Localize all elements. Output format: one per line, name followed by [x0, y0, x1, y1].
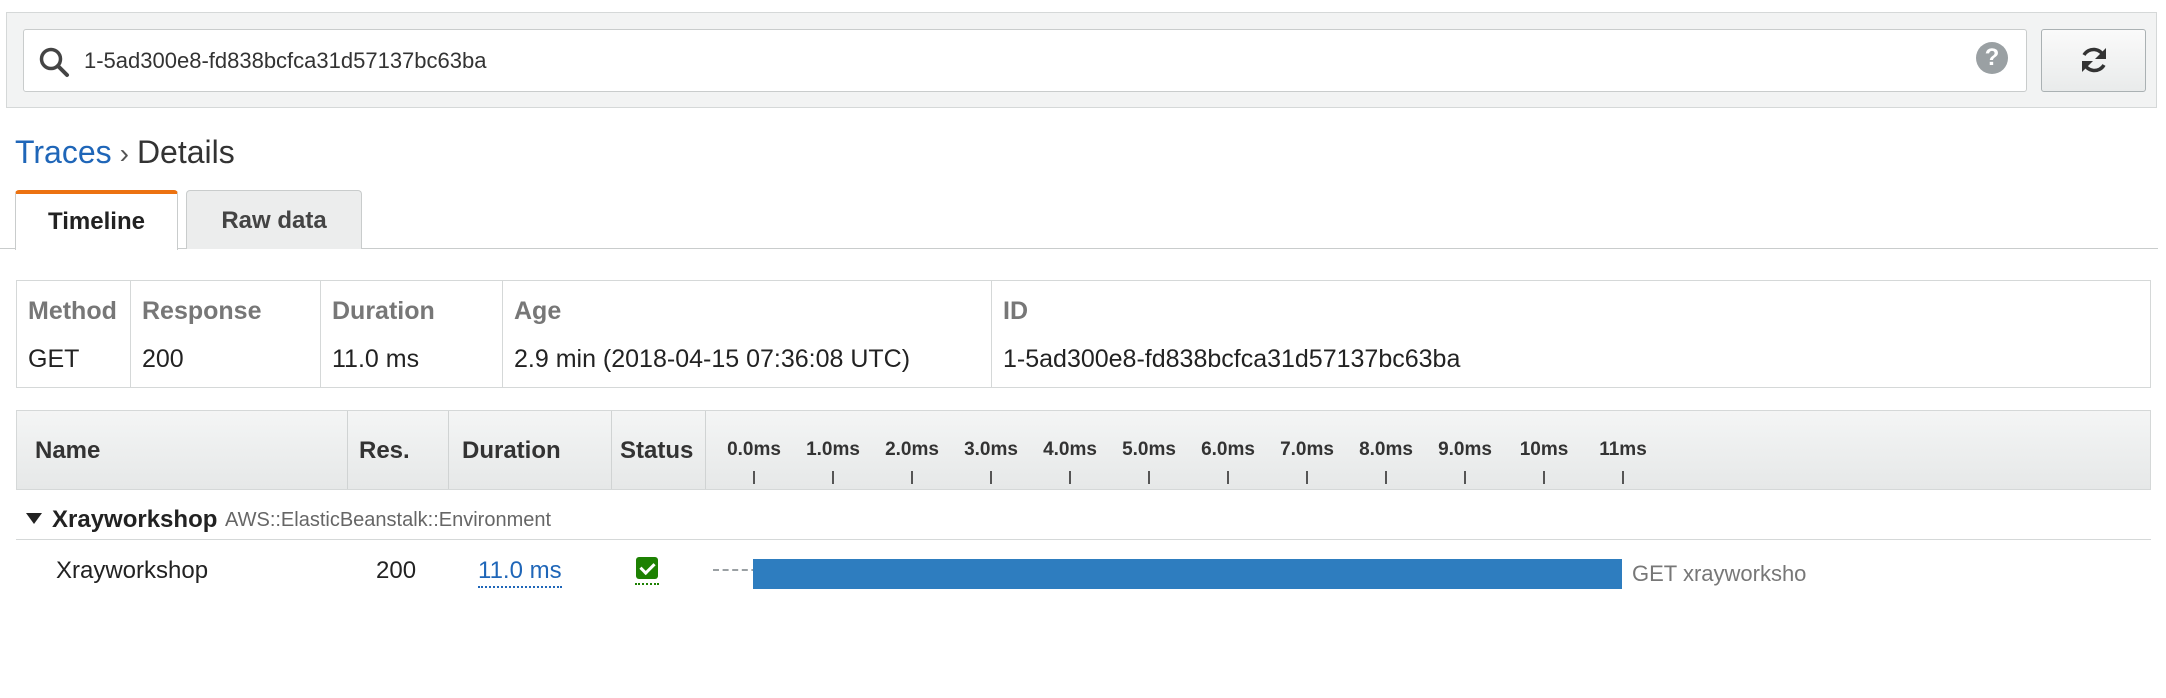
summary-id: ID 1-5ad300e8-fd838bcfca31d57137bc63ba	[992, 281, 2150, 387]
timeline-tick-mark	[1148, 471, 1150, 484]
group-row[interactable]: Xrayworkshop AWS::ElasticBeanstalk::Envi…	[16, 500, 2151, 540]
column-res[interactable]: Res.	[348, 411, 449, 489]
search-box[interactable]: ?	[23, 29, 2027, 92]
timeline-tick-label: 2.0ms	[885, 439, 939, 460]
column-header-label: Res.	[359, 437, 410, 464]
timeline-tick-label: 0.0ms	[727, 439, 781, 460]
timeline-tick-mark	[753, 471, 755, 484]
timeline-tick-mark	[1306, 471, 1308, 484]
tab-timeline[interactable]: Timeline	[15, 190, 178, 250]
column-name[interactable]: Name	[17, 411, 348, 489]
timeline-tick-label: 7.0ms	[1280, 439, 1334, 460]
timeline-tick-mark	[832, 471, 834, 484]
search-icon	[39, 47, 69, 77]
status-underline	[635, 583, 659, 585]
breadcrumb-traces-link[interactable]: Traces	[15, 134, 112, 170]
timeline-tick-mark	[1227, 471, 1229, 484]
summary-value: GET	[28, 345, 80, 373]
breadcrumb-separator: ›	[119, 138, 129, 169]
timeline-header: Name Res. Duration Status 0.0ms 1.0ms 2.0m…	[16, 410, 2151, 490]
search-input[interactable]	[84, 30, 1964, 91]
breadcrumb-current: Details	[136, 134, 235, 170]
timeline-tick-label: 4.0ms	[1043, 439, 1097, 460]
search-bar: ?	[6, 12, 2157, 108]
summary-value: 11.0 ms	[332, 345, 420, 373]
column-status[interactable]: Status	[612, 411, 706, 489]
summary-header: Duration	[332, 297, 435, 325]
summary-method: Method GET	[17, 281, 131, 387]
timeline-tick-mark	[1464, 471, 1466, 484]
caret-down-icon[interactable]	[26, 513, 42, 524]
summary-header: Method	[28, 297, 117, 325]
help-icon[interactable]: ?	[1976, 42, 2008, 74]
tab-raw-data[interactable]: Raw data	[186, 190, 362, 249]
timeline-tick-label: 11ms	[1599, 439, 1647, 460]
timeline-tick-mark	[911, 471, 913, 484]
segment-bar[interactable]	[753, 559, 1622, 589]
segment-bar-label: GET xrayworksho	[1632, 561, 1807, 586]
timeline-axis: 0.0ms 1.0ms 2.0ms 3.0ms 4.0ms 5.0ms 6.0ms 7.0ms…	[706, 411, 2150, 489]
group-type: AWS::ElasticBeanstalk::Environment	[225, 509, 552, 531]
breadcrumb: Traces › Details	[15, 134, 235, 171]
segment-row[interactable]: Xrayworkshop 200 11.0 ms GET xrayworksho	[16, 545, 2151, 595]
timeline-tick-label: 6.0ms	[1201, 439, 1255, 460]
refresh-button[interactable]	[2041, 29, 2146, 92]
timeline-tick-label: 5.0ms	[1122, 439, 1176, 460]
tab-bar: Timeline Raw data	[0, 190, 2158, 250]
summary-response: Response 200	[131, 281, 321, 387]
refresh-icon	[2082, 47, 2106, 73]
timeline-tick-mark	[1543, 471, 1545, 484]
summary-value: 1-5ad300e8-fd838bcfca31d57137bc63ba	[1003, 345, 1461, 373]
summary-header: Age	[514, 297, 562, 325]
group-name: Xrayworkshop	[52, 506, 218, 533]
segment-duration-link[interactable]: 11.0 ms	[478, 557, 562, 588]
timeline-tick-label: 8.0ms	[1359, 439, 1413, 460]
column-header-label: Status	[620, 437, 694, 464]
segment-name: Xrayworkshop	[56, 557, 209, 584]
column-duration[interactable]: Duration	[449, 411, 612, 489]
summary-header: Response	[142, 297, 262, 325]
summary-value: 200	[142, 345, 184, 373]
summary-age: Age 2.9 min (2018-04-15 07:36:08 UTC)	[503, 281, 992, 387]
timeline-tick-mark	[990, 471, 992, 484]
timeline-tick-label: 1.0ms	[806, 439, 860, 460]
check-icon[interactable]	[636, 557, 658, 579]
timeline-tick-mark	[1622, 471, 1624, 484]
timeline-tick-mark	[1069, 471, 1071, 484]
timeline-tick-label: 3.0ms	[964, 439, 1018, 460]
column-header-label: Duration	[462, 437, 561, 464]
segment-response: 200	[376, 557, 417, 584]
summary-header: ID	[1003, 297, 1028, 325]
timeline-tick-mark	[1385, 471, 1387, 484]
timeline-tick-label: 9.0ms	[1438, 439, 1492, 460]
trace-summary-table: Method GET Response 200 Duration 11.0 ms…	[16, 280, 2151, 388]
summary-value: 2.9 min (2018-04-15 07:36:08 UTC)	[514, 345, 911, 373]
summary-duration: Duration 11.0 ms	[321, 281, 503, 387]
timeline-tick-label: 10ms	[1519, 439, 1569, 460]
column-header-label: Name	[35, 437, 101, 464]
